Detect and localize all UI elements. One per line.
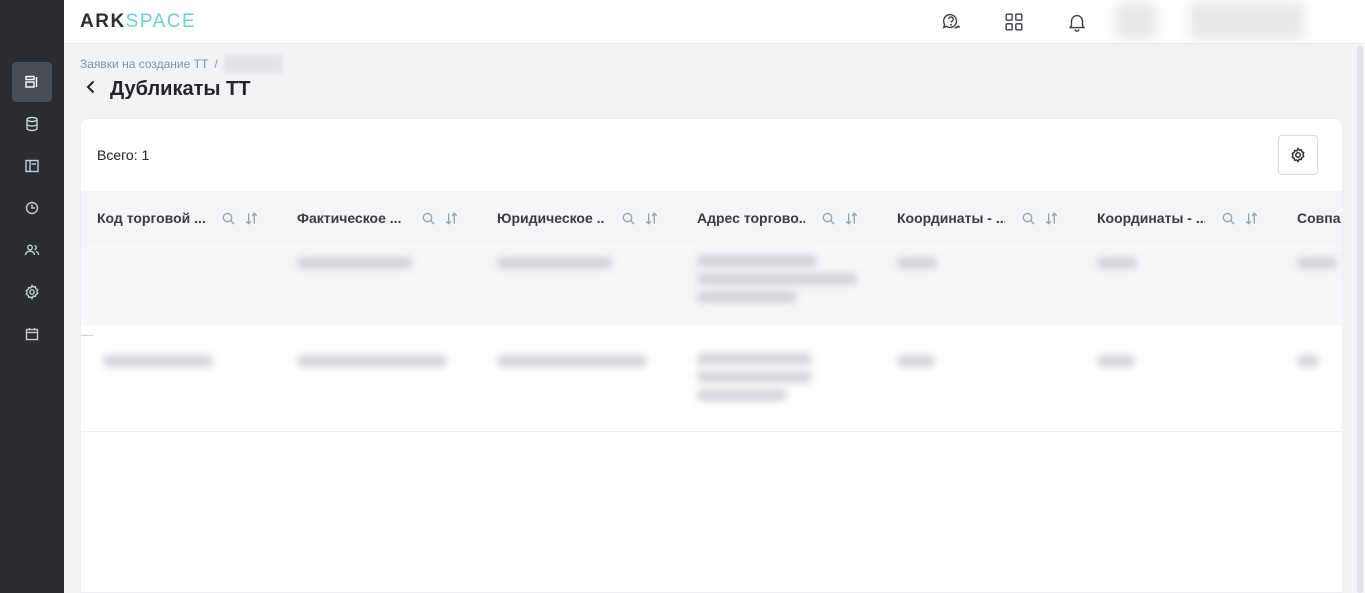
sidebar-item-users[interactable] [12,230,52,270]
total-count: Всего: 1 [97,147,150,163]
sort-icon[interactable] [844,211,859,226]
table-cell [497,355,647,367]
table-cell [697,371,812,383]
sort-icon[interactable] [1044,211,1059,226]
column-header[interactable]: Координаты - ... [1081,191,1281,245]
table-cell [103,355,213,367]
sidebar-item-calendar[interactable] [12,314,52,354]
top-header: ARKSPACE [64,0,1365,44]
table-cell [1297,257,1337,269]
sort-icon[interactable] [444,211,459,226]
sidebar-item-history[interactable] [12,188,52,228]
table-cell [697,291,797,303]
search-icon[interactable] [1221,211,1236,226]
table-cell [1097,257,1137,269]
layout-icon [25,159,39,173]
gear-icon [25,284,39,300]
search-icon[interactable] [1021,211,1036,226]
table-cell [697,389,787,401]
apps-grid-icon [1005,13,1023,31]
column-header[interactable]: Координаты - ... [881,191,1081,245]
sidebar-item-settings[interactable] [12,272,52,312]
column-header-label: Фактическое ... [297,210,402,226]
column-header-label: Юридическое ... [497,210,605,226]
table-row[interactable] [81,325,1342,432]
breadcrumb-current [223,55,282,73]
page-title-row: Дубликаты ТТ [82,78,250,101]
table-cell [897,355,935,367]
table-cell [297,257,412,269]
table-cell [697,273,857,285]
sort-icon[interactable] [244,211,259,226]
bell-icon [1068,14,1086,32]
table-header: Код торговой ... Фактическое ... Юридиче… [81,191,1342,245]
sidebar-item-database[interactable] [12,104,52,144]
notifications-button[interactable] [1065,10,1089,34]
table-row[interactable] [81,245,1342,325]
logo-primary: ARK [80,11,126,32]
table-cell [897,257,937,269]
table-cell [1097,355,1135,367]
breadcrumb-parent-link[interactable]: Заявки на создание ТТ [80,57,208,71]
row-divider [81,335,93,336]
table-cell [297,355,447,367]
table-cell [497,257,612,269]
table-cell [1297,355,1319,367]
logo-secondary: SPACE [125,11,197,32]
database-icon [26,116,38,132]
table-cell [697,255,817,267]
logo[interactable]: ARKSPACE [80,11,196,33]
apps-grid-button[interactable] [1002,10,1026,34]
gear-icon [1291,147,1305,163]
sidebar-item-layout[interactable] [12,146,52,186]
page-title: Дубликаты ТТ [110,78,251,100]
breadcrumb-separator: / [214,57,218,71]
search-icon[interactable] [221,211,236,226]
search-icon[interactable] [621,211,636,226]
duplicates-table-card: Всего: 1 Код торговой ... Фактическое ..… [80,118,1343,593]
column-header-label: Совпа [1297,210,1341,226]
support-chat-icon [942,13,961,29]
chevron-left-icon [86,80,95,94]
column-header[interactable]: Юридическое ... [481,191,681,245]
table-cell [697,353,812,365]
avatar[interactable] [1116,2,1156,40]
calendar-icon [25,328,39,341]
back-button[interactable] [82,78,100,101]
column-header-label: Координаты - ... [1097,210,1205,226]
sidebar [0,0,64,593]
column-header[interactable]: Совпа [1281,191,1342,245]
table-settings-button[interactable] [1278,135,1318,175]
sort-icon[interactable] [1244,211,1259,226]
requests-icon [25,75,38,88]
column-header[interactable]: Адрес торгово... [681,191,881,245]
column-header[interactable]: Фактическое ... [281,191,481,245]
clock-icon [25,201,39,215]
support-chat-button[interactable] [939,10,963,34]
column-header[interactable]: Код торговой ... [81,191,281,245]
column-header-label: Координаты - ... [897,210,1005,226]
users-icon [24,244,40,256]
user-menu[interactable] [1189,2,1304,40]
search-icon[interactable] [821,211,836,226]
breadcrumb: Заявки на создание ТТ / [80,55,282,73]
sort-icon[interactable] [644,211,659,226]
search-icon[interactable] [421,211,436,226]
column-header-label: Код торговой ... [97,210,205,226]
column-header-label: Адрес торгово... [697,210,805,226]
sidebar-item-requests[interactable] [12,62,52,102]
vertical-scrollbar[interactable] [1357,46,1363,593]
